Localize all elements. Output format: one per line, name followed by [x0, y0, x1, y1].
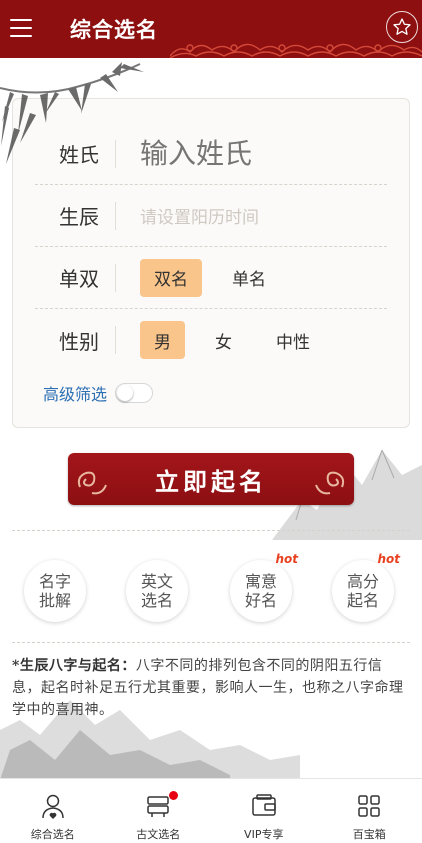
feature-english-name[interactable]: 英文选名	[126, 560, 188, 622]
feature-label: 英文选名	[140, 572, 173, 610]
page-title: 综合选名	[70, 18, 158, 42]
advanced-filter-toggle[interactable]	[115, 383, 154, 403]
divider	[115, 201, 116, 230]
hamburger-menu-icon[interactable]	[10, 16, 32, 40]
nav-vip[interactable]: VIP专享	[211, 779, 317, 843]
nav-label: 综合选名	[30, 828, 75, 841]
cloud-scroll-icon	[315, 471, 345, 495]
feature-label: 寓意好名	[244, 572, 277, 610]
decorative-cloud-pattern	[170, 43, 422, 58]
surname-label: 姓氏	[59, 143, 99, 167]
toggle-knob	[117, 385, 134, 401]
gender-label: 性别	[59, 329, 99, 354]
start-naming-button[interactable]: 立即起名	[68, 453, 354, 505]
surname-row: 姓氏	[35, 123, 387, 185]
hot-badge: hot	[377, 552, 400, 566]
surname-input[interactable]	[140, 137, 360, 170]
option-double-name[interactable]: 双名	[140, 258, 202, 297]
nav-label: 古文选名	[136, 828, 181, 841]
option-single-name[interactable]: 单名	[218, 259, 280, 297]
description-title: *生辰八字与起名：	[12, 658, 136, 674]
count-row: 单双 双名 单名	[35, 247, 387, 309]
bottom-navigation: 综合选名 古文选名 VIP专享 百宝箱	[0, 778, 422, 843]
advanced-filter-label[interactable]: 高级筛选	[43, 381, 107, 405]
name-form-card: 姓氏 生辰 请设置阳历时间 单双 双名 单名 性别 男 女 中性 高级筛选	[12, 98, 410, 428]
divider	[115, 326, 116, 354]
birth-label: 生辰	[59, 205, 99, 229]
divider	[115, 139, 116, 168]
start-naming-label: 立即起名	[155, 466, 267, 496]
cloud-scroll-icon	[77, 471, 107, 495]
count-label: 单双	[59, 267, 99, 291]
favorite-button[interactable]	[386, 11, 418, 43]
advanced-filter: 高级筛选	[43, 381, 154, 405]
star-icon	[393, 18, 411, 35]
birth-row[interactable]: 生辰 请设置阳历时间	[35, 185, 387, 247]
notification-dot	[168, 791, 178, 800]
option-neutral[interactable]: 中性	[262, 321, 324, 359]
wallet-icon	[252, 794, 276, 816]
nav-classical-naming[interactable]: 古文选名	[106, 779, 212, 843]
nav-comprehensive-naming[interactable]: 综合选名	[0, 779, 106, 843]
option-female[interactable]: 女	[201, 321, 246, 359]
feature-high-score-name[interactable]: 高分起名 hot	[332, 552, 400, 622]
hot-badge: hot	[275, 552, 298, 566]
nav-toolbox[interactable]: 百宝箱	[317, 779, 422, 843]
gender-row: 性别 男 女 中性	[35, 309, 387, 371]
option-male[interactable]: 男	[140, 321, 185, 359]
nav-label: 百宝箱	[352, 828, 386, 841]
grid-icon	[358, 795, 380, 817]
nav-label: VIP专享	[244, 828, 284, 841]
person-heart-icon	[42, 794, 64, 819]
section-divider	[12, 642, 410, 643]
feature-meaningful-name[interactable]: 寓意好名 hot	[230, 552, 298, 622]
feature-name-analysis[interactable]: 名字批解	[24, 560, 86, 622]
bazi-description: *生辰八字与起名：八字不同的排列包含不同的阴阳五行信息，起名时补足五行尤其重要，…	[12, 655, 410, 721]
app-header: 综合选名	[0, 0, 422, 58]
feature-label: 高分起名	[346, 572, 379, 610]
divider	[115, 263, 116, 292]
section-divider	[12, 530, 410, 531]
feature-label: 名字批解	[38, 572, 71, 610]
birth-date-field[interactable]: 请设置阳历时间	[140, 203, 259, 228]
